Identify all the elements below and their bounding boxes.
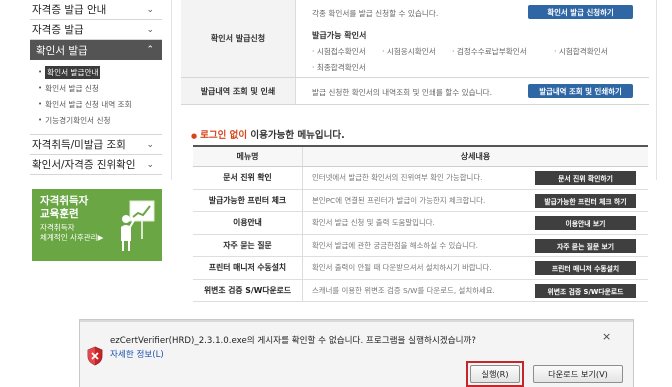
history-print-button[interactable]: 발급내역 조회 및 인쇄하기	[528, 84, 633, 98]
section-title-rest: 이용가능한 메뉴입니다.	[247, 130, 345, 141]
security-warning-shield-icon	[87, 346, 103, 366]
banner-subtitle: 자격취득자 체계적인 사후관리▶	[40, 223, 103, 243]
submenu-item-skill-contest[interactable]: • 기능경기확인서 신청	[30, 112, 162, 128]
divider	[80, 320, 633, 322]
bullet-icon: •	[38, 68, 43, 76]
column-header-detail: 상세내용	[460, 152, 491, 161]
table-row: 이용안내 확인서 발급 신청 및 출력 도움말입니다. 이용안내 보기	[193, 212, 648, 235]
download-security-bar: ezCertVerifier(HRD)_2.3.1.0.exe의 게시자를 확인…	[79, 319, 634, 387]
sidebar-item-cert-issue-guide[interactable]: 자격증 발급 안내 ⌄	[30, 0, 162, 20]
sidebar-item-confirmation-issue[interactable]: 확인서 발급 ⌃	[30, 40, 162, 60]
table-row: 문서 진위 확인 인터넷에서 발급한 확인서의 진위여부 확인 가능합니다. 문…	[193, 167, 648, 190]
table-row: 프린터 매니저 수동설치 확인서 출력이 안될 때 다운받으셔서 설치하시기 바…	[193, 257, 648, 280]
divider	[171, 0, 172, 180]
apply-confirmation-button[interactable]: 확인서 발급 신청하기	[528, 5, 633, 19]
chevron-down-icon: ⌄	[146, 139, 154, 150]
sidebar-submenu: • 확인서 발급안내 • 확인서 발급 신청 • 확인서 발급 신청 내역 조회…	[30, 60, 162, 135]
issue-row-apply: 확인서 발급신청 각종 확인서를 발급 신청할 수 있습니다. 확인서 발급 신…	[181, 0, 649, 78]
menu-name: 문서 진위 확인	[193, 167, 303, 189]
menu-name: 위변조 검증 S/W다운로드	[193, 279, 303, 301]
banner-sub-line1: 자격취득자	[40, 223, 75, 232]
verify-document-button[interactable]: 문서 진위 확인하기	[535, 171, 636, 185]
printer-manager-install-button[interactable]: 프린터 매니저 수동설치	[535, 261, 636, 275]
sidebar-item-label: 자격취득/미발급 조회	[32, 139, 126, 151]
issue-row-head: 확인서 발급신청	[181, 0, 296, 77]
chevron-down-icon: ⌄	[146, 159, 154, 170]
menu-desc: 스캐너를 이용한 위변조 검증 S/W를 다운로드, 설치하세요.	[312, 285, 495, 295]
cert-item: · 시험응시확인서	[382, 47, 436, 56]
menu-desc: 인터넷에서 발급한 확인서의 진위여부 확인 가능합니다.	[312, 173, 483, 183]
submenu-item-issue-apply[interactable]: • 확인서 발급 신청	[30, 80, 162, 96]
issue-row-history: 발급내역 조회 및 인쇄 발급 신청한 확인서의 내역조회 및 인쇄를 할수 있…	[181, 78, 649, 105]
issue-row-head: 발급내역 조회 및 인쇄	[181, 78, 296, 104]
sidebar-item-acquisition-lookup[interactable]: 자격취득/미발급 조회 ⌄	[30, 135, 162, 155]
cert-item: · 시험접수확인서	[312, 47, 366, 56]
issue-row-body: 발급 신청한 확인서의 내역조회 및 인쇄를 할수 있습니다. 발급내역 조회 …	[296, 78, 649, 104]
table-row: 위변조 검증 S/W다운로드 스캐너를 이용한 위변조 검증 S/W를 다운로드…	[193, 279, 648, 302]
security-message: ezCertVerifier(HRD)_2.3.1.0.exe의 게시자를 확인…	[110, 336, 476, 346]
printer-check-button[interactable]: 발급가능한 프린터 체크 하기	[535, 193, 636, 208]
column-header-menu: 메뉴명	[193, 147, 303, 166]
menu-name: 발급가능한 프린터 체크	[193, 189, 303, 211]
cert-item: · 시험합격확인서	[554, 47, 608, 56]
training-banner[interactable]: 자격취득자 교육훈련 자격취득자 체계적인 사후관리▶	[32, 189, 162, 261]
chevron-down-icon: ⌄	[146, 24, 154, 35]
more-info-link[interactable]: 자세한 정보(L)	[110, 348, 164, 360]
menu-desc: 확인서 출력이 안될 때 다운받으셔서 설치하시기 바랍니다.	[312, 263, 492, 273]
issue-row-desc: 각종 확인서를 발급 신청할 수 있습니다.	[312, 9, 439, 18]
menu-table: 메뉴명 상세내용 문서 진위 확인 인터넷에서 발급한 확인서의 진위여부 확인…	[193, 145, 648, 302]
sidebar-item-label: 확인서/자격증 진위확인	[32, 159, 136, 171]
menu-name: 프린터 매니저 수동설치	[193, 257, 303, 279]
bullet-icon: •	[38, 84, 43, 92]
submenu-item-apply-history[interactable]: • 확인서 발급 신청 내역 조회	[30, 96, 162, 112]
bullet-icon: •	[38, 116, 43, 124]
usage-guide-button[interactable]: 이용안내 보기	[535, 216, 636, 230]
available-certs-label: 발급가능 확인서	[312, 31, 367, 40]
menu-desc: 확인서 발급 신청 및 출력 도움말입니다.	[312, 218, 435, 228]
run-button-label: 실행(R)	[470, 365, 520, 383]
chevron-up-icon: ⌃	[146, 45, 154, 55]
bullet-icon: ●	[191, 132, 198, 140]
presentation-chart-icon	[121, 200, 155, 251]
menu-name: 자주 묻는 질문	[193, 234, 303, 256]
forgery-sw-download-button[interactable]: 위변조 검증 S/W다운로드	[535, 283, 636, 298]
submenu-item-label: 확인서 발급 신청 내역 조회	[45, 99, 132, 109]
submenu-item-label: 기능경기확인서 신청	[45, 115, 111, 125]
close-icon[interactable]: ×	[602, 330, 611, 343]
table-row: 발급가능한 프린터 체크 본인PC에 연결된 프린터가 발급이 가능한지 체크합…	[193, 189, 648, 212]
sidebar-item-authenticity-check[interactable]: 확인서/자격증 진위확인 ⌄	[30, 155, 162, 175]
banner-title: 자격취득자 교육훈련	[40, 195, 88, 221]
menu-name: 이용안내	[193, 212, 303, 234]
run-button[interactable]: 실행(R)	[466, 361, 524, 387]
menu-desc: 본인PC에 연결된 프린터가 발급이 가능한지 체크합니다.	[312, 195, 486, 205]
faq-button[interactable]: 자주 묻는 질문 보기	[535, 238, 636, 253]
bullet-icon: •	[38, 100, 43, 108]
issue-table: 확인서 발급신청 각종 확인서를 발급 신청할 수 있습니다. 확인서 발급 신…	[181, 0, 649, 105]
sidebar-item-label: 자격증 발급 안내	[32, 4, 107, 16]
submenu-item-label: 확인서 발급 신청	[45, 83, 99, 93]
menu-table-header: 메뉴명 상세내용	[193, 147, 648, 167]
view-downloads-button[interactable]: 다운로드 보기(V)	[533, 365, 623, 383]
banner-sub-line2: 체계적인 사후관리▶	[40, 233, 104, 242]
sidebar-item-label: 자격증 발급	[32, 24, 84, 36]
issue-row-body: 각종 확인서를 발급 신청할 수 있습니다. 확인서 발급 신청하기 발급가능 …	[296, 0, 649, 77]
menu-desc: 확인서 발급에 관한 궁금한점을 해소하실 수 있습니다.	[312, 240, 479, 250]
chevron-down-icon: ⌄	[146, 4, 154, 15]
submenu-item-label: 확인서 발급안내	[45, 65, 101, 79]
sidebar-item-cert-issue[interactable]: 자격증 발급 ⌄	[30, 20, 162, 40]
sidebar-item-label: 확인서 발급	[36, 44, 88, 57]
submenu-item-issue-guide[interactable]: • 확인서 발급안내	[30, 64, 162, 80]
table-row: 자주 묻는 질문 확인서 발급에 관한 궁금한점을 해소하실 수 있습니다. 자…	[193, 234, 648, 257]
banner-title-line2: 교육훈련	[40, 208, 79, 220]
divider	[656, 0, 657, 180]
cert-item: · 검정수수료납부확인서	[452, 47, 527, 56]
section-title-highlight: 로그인 없이	[200, 130, 248, 141]
section-title: ● 로그인 없이 이용가능한 메뉴입니다.	[191, 127, 345, 141]
cert-item: · 최종합격확인서	[312, 63, 366, 72]
issue-row-desc: 발급 신청한 확인서의 내역조회 및 인쇄를 할수 있습니다.	[312, 88, 492, 97]
banner-title-line1: 자격취득자	[40, 195, 89, 207]
